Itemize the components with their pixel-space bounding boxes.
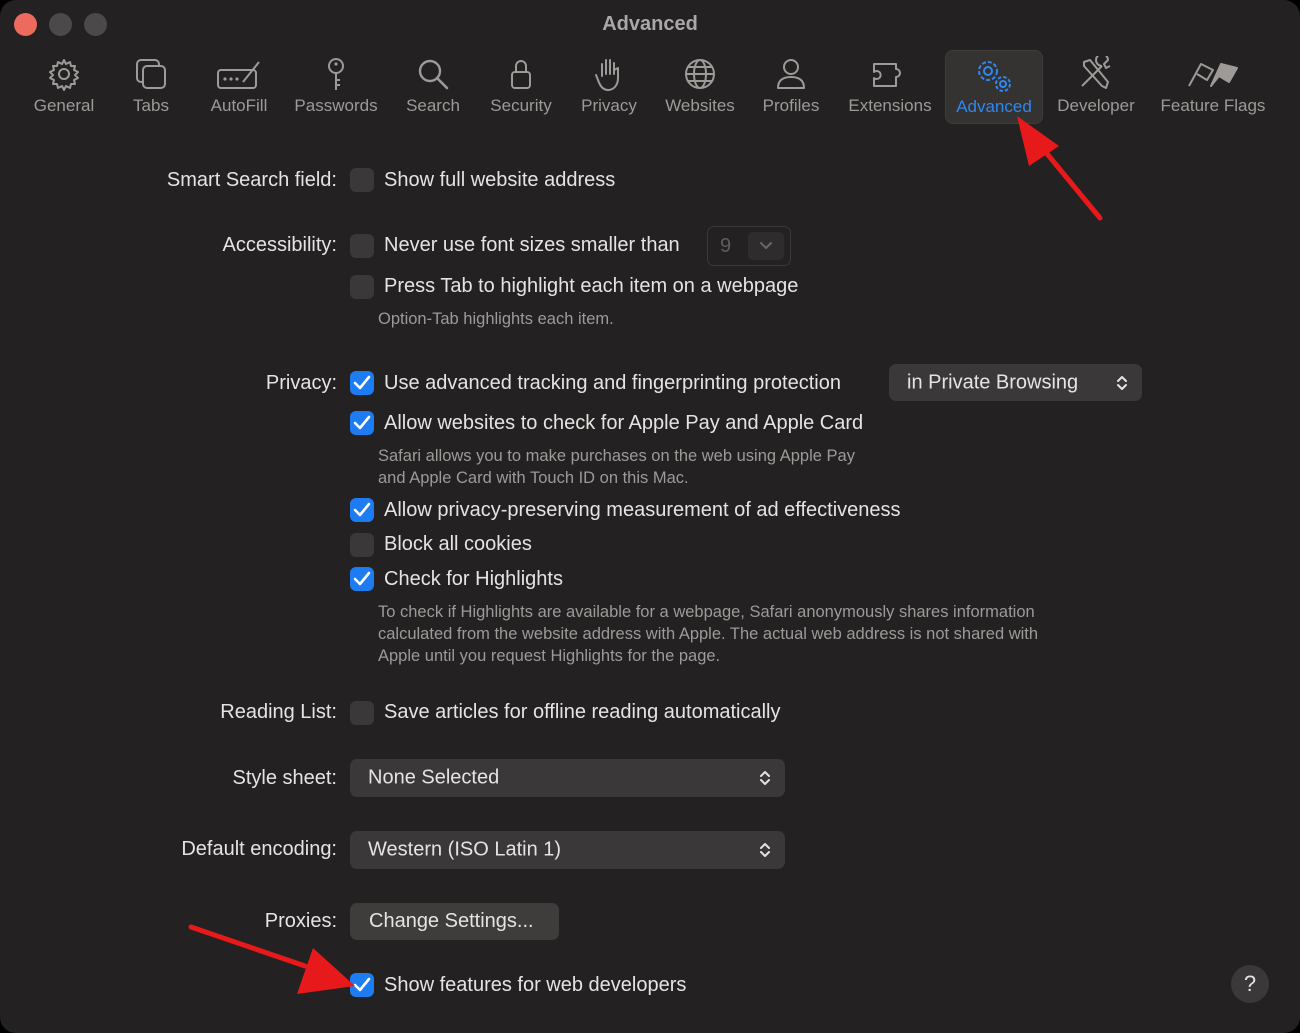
ad-measurement-text: Allow privacy-preserving measurement of … [384, 499, 901, 521]
press-tab-text: Press Tab to highlight each item on a we… [384, 275, 799, 297]
default-encoding-value: Western (ISO Latin 1) [368, 838, 562, 861]
press-tab-help: Option-Tab highlights each item. [378, 310, 614, 328]
tab-autofill[interactable]: AutoFill [204, 50, 274, 124]
tab-tabs[interactable]: Tabs [120, 50, 182, 124]
proxies-label: Proxies: [264, 910, 337, 932]
tracking-protection-popup-value: in Private Browsing [907, 371, 1079, 393]
change-settings-button[interactable]: Change Settings... [350, 903, 559, 940]
apple-pay-text: Allow websites to check for Apple Pay an… [384, 412, 864, 434]
tab-security-label: Security [490, 96, 552, 115]
apple-pay-checkbox[interactable] [350, 411, 374, 435]
checkmark-icon [353, 977, 371, 992]
highlights-help-line-3: Apple until you request Highlights for t… [378, 647, 721, 665]
gears-icon [978, 61, 1011, 92]
checkmark-icon [353, 375, 371, 390]
highlights-text: Check for Highlights [384, 568, 563, 590]
gear-icon [49, 59, 79, 91]
show-full-address-checkbox[interactable] [350, 168, 374, 192]
tab-extensions-label: Extensions [848, 96, 932, 115]
default-encoding-popup[interactable]: Western (ISO Latin 1) [350, 831, 785, 869]
highlights-help-line-2: calculated from the website address with… [378, 625, 1039, 643]
tab-autofill-label: AutoFill [210, 96, 268, 115]
tab-tabs-label: Tabs [133, 96, 169, 115]
privacy-label: Privacy: [265, 372, 337, 394]
save-offline-text: Save articles for offline reading automa… [384, 701, 781, 723]
tab-profiles-label: Profiles [762, 96, 820, 115]
help-button[interactable]: ? [1231, 965, 1269, 1003]
web-developer-features-text: Show features for web developers [384, 974, 687, 996]
default-encoding-label: Default encoding: [181, 838, 337, 860]
tab-advanced[interactable]: Advanced [945, 50, 1043, 124]
press-tab-checkbox[interactable] [350, 275, 374, 299]
style-sheet-value: None Selected [368, 766, 500, 789]
block-cookies-checkbox[interactable] [350, 533, 374, 557]
tab-passwords-label: Passwords [294, 96, 378, 115]
apple-pay-help-line-2: and Apple Card with Touch ID on this Mac… [378, 469, 689, 487]
tab-profiles[interactable]: Profiles [756, 50, 826, 124]
tab-privacy-label: Privacy [581, 96, 637, 115]
tab-general[interactable]: General [26, 50, 102, 124]
tab-feature-flags[interactable]: Feature Flags [1154, 50, 1272, 124]
window-title: Advanced [602, 13, 698, 35]
globe-icon [685, 59, 715, 89]
tracking-protection-popup[interactable]: in Private Browsing [889, 364, 1142, 401]
tab-websites-label: Websites [665, 96, 735, 115]
person-icon [777, 59, 805, 89]
tabs-icon [136, 59, 166, 89]
tab-privacy[interactable]: Privacy [574, 50, 644, 124]
tab-feature-flags-label: Feature Flags [1160, 96, 1266, 115]
hand-icon [595, 59, 619, 91]
autofill-icon [217, 61, 260, 89]
checkmark-icon [353, 571, 371, 586]
min-font-size-dropdown-button[interactable] [748, 232, 784, 260]
tab-security[interactable]: Security [482, 50, 560, 124]
checkmark-icon [353, 502, 371, 517]
tab-websites[interactable]: Websites [656, 50, 744, 124]
highlights-checkbox[interactable] [350, 567, 374, 591]
ad-measurement-checkbox[interactable] [350, 498, 374, 522]
tab-extensions[interactable]: Extensions [840, 50, 940, 124]
chevron-down-icon [760, 242, 772, 249]
web-developer-features-checkbox[interactable] [350, 973, 374, 997]
style-sheet-label: Style sheet: [232, 767, 337, 789]
apple-pay-help-line-1: Safari allows you to make purchases on t… [378, 447, 855, 465]
magnifier-icon [418, 59, 449, 90]
lock-icon [511, 60, 531, 89]
tab-search-label: Search [406, 96, 460, 115]
change-settings-button-label: Change Settings... [369, 910, 534, 932]
tab-developer[interactable]: Developer [1052, 50, 1140, 124]
min-font-size-stepper[interactable]: 9 [707, 226, 791, 266]
save-offline-checkbox[interactable] [350, 701, 374, 725]
smart-search-label: Smart Search field: [166, 169, 337, 191]
tab-passwords[interactable]: Passwords [288, 50, 384, 124]
tab-advanced-label: Advanced [956, 97, 1032, 116]
show-full-address-text: Show full website address [384, 169, 616, 191]
tab-developer-label: Developer [1057, 96, 1135, 115]
key-icon [328, 58, 344, 90]
tab-general-label: General [33, 96, 95, 115]
puzzle-icon [873, 63, 901, 87]
tracking-protection-text: Use advanced tracking and fingerprinting… [384, 372, 841, 394]
min-font-size-checkbox[interactable] [350, 234, 374, 258]
settings-window: Advanced General Tabs AutoFill Passwords… [0, 0, 1300, 1033]
accessibility-label: Accessibility: [222, 234, 337, 256]
tracking-protection-checkbox[interactable] [350, 371, 374, 395]
min-font-size-value: 9 [720, 235, 732, 257]
up-down-chevron-icon [760, 771, 770, 785]
min-font-size-text: Never use font sizes smaller than [384, 234, 680, 256]
checkmark-icon [353, 415, 371, 430]
up-down-chevron-icon [760, 843, 770, 857]
up-down-chevron-icon [1117, 375, 1127, 390]
highlights-help-line-1: To check if Highlights are available for… [378, 603, 1035, 621]
tools-icon [1081, 56, 1111, 89]
flags-icon [1188, 63, 1238, 87]
reading-list-label: Reading List: [220, 701, 337, 723]
annotation-arrow-advanced [1017, 116, 1103, 221]
tab-search[interactable]: Search [400, 50, 466, 124]
style-sheet-popup[interactable]: None Selected [350, 759, 785, 797]
block-cookies-text: Block all cookies [384, 533, 532, 555]
